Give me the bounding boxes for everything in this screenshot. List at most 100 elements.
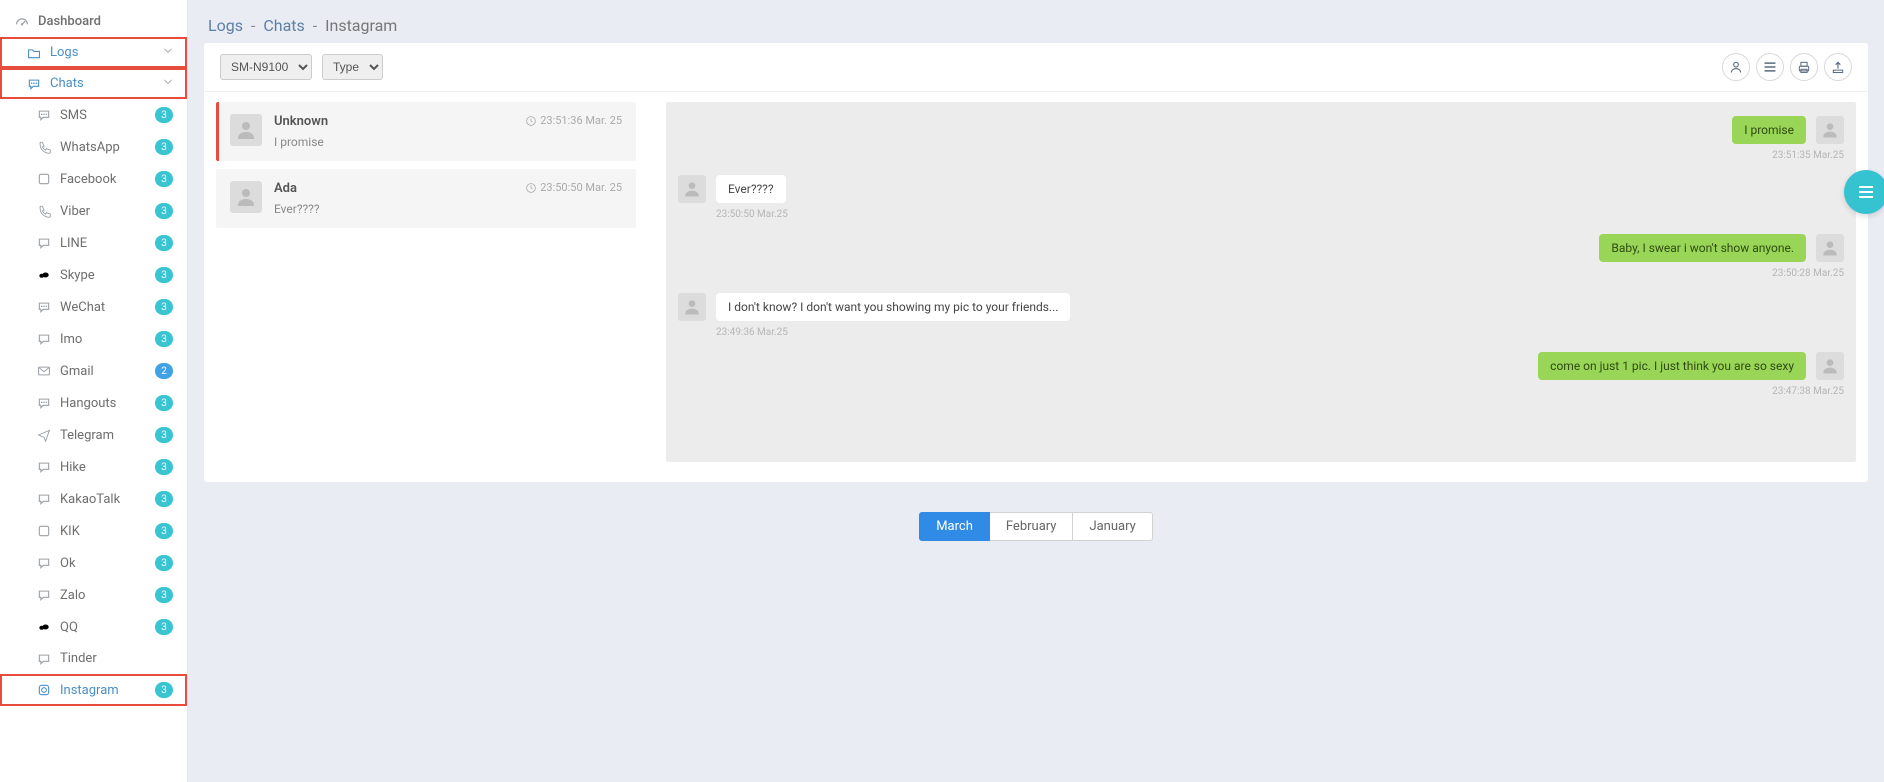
badge: 3 xyxy=(155,523,173,539)
badge: 3 xyxy=(155,459,173,475)
main: Logs - Chats - Instagram SM-N9100 Type xyxy=(188,0,1884,782)
avatar xyxy=(1816,116,1844,144)
sidebar-item-imo[interactable]: Imo3 xyxy=(0,323,187,355)
sidebar-item-label: Hike xyxy=(60,460,86,475)
sidebar-item-gmail[interactable]: Gmail2 xyxy=(0,355,187,387)
message-bubble: Baby, I swear i won't show anyone. xyxy=(1599,234,1806,262)
month-march[interactable]: March xyxy=(919,512,990,541)
viber-icon xyxy=(36,204,52,218)
sidebar-item-ok[interactable]: Ok 3 xyxy=(0,547,187,579)
sidebar-item-whatsapp[interactable]: WhatsApp3 xyxy=(0,131,187,163)
export-button[interactable] xyxy=(1824,53,1852,81)
badge: 3 xyxy=(155,107,173,123)
chat-icon xyxy=(26,77,42,91)
facebook-icon xyxy=(36,172,52,186)
sidebar-item-label: WeChat xyxy=(60,300,105,315)
badge: 3 xyxy=(155,235,173,251)
month-february[interactable]: February xyxy=(990,512,1074,541)
sidebar-item-label: Instagram xyxy=(60,683,119,698)
badge: 2 xyxy=(155,363,173,379)
sidebar-item-label: Tinder xyxy=(60,651,97,666)
conversation-name: Unknown xyxy=(274,114,526,129)
message-row: Ever???? xyxy=(678,175,1844,203)
sidebar-item-label: WhatsApp xyxy=(60,140,120,155)
sidebar-item-hangouts[interactable]: Hangouts3 xyxy=(0,387,187,419)
hangouts-icon xyxy=(36,396,52,410)
message-time: 23:49:36 Mar.25 xyxy=(716,327,1844,338)
sidebar-item-label: SMS xyxy=(60,108,87,123)
breadcrumb-chats[interactable]: Chats xyxy=(263,16,304,35)
sidebar-item-telegram[interactable]: Telegram 3 xyxy=(0,419,187,451)
badge: 3 xyxy=(155,395,173,411)
sidebar-item-wechat[interactable]: WeChat3 xyxy=(0,291,187,323)
menu-fab[interactable] xyxy=(1844,170,1884,214)
sidebar-item-sms[interactable]: SMS 3 xyxy=(0,99,187,131)
sidebar-item-tinder[interactable]: Tinder xyxy=(0,643,187,674)
sidebar-item-label: KIK xyxy=(60,524,80,539)
month-january[interactable]: January xyxy=(1073,512,1152,541)
avatar xyxy=(678,293,706,321)
imo-icon xyxy=(36,332,52,346)
message-row: Baby, I swear i won't show anyone. xyxy=(678,234,1844,262)
print-button[interactable] xyxy=(1790,53,1818,81)
nav-chats[interactable]: Chats xyxy=(0,68,187,99)
badge: 3 xyxy=(155,491,173,507)
badge: 3 xyxy=(155,171,173,187)
chevron-down-icon xyxy=(163,45,173,60)
badge: 3 xyxy=(155,682,173,698)
sidebar-item-label: Zalo xyxy=(60,588,85,603)
message-bubble: I don't know? I don't want you showing m… xyxy=(716,293,1070,321)
type-select[interactable]: Type xyxy=(322,54,383,80)
message-time: 23:47:38 Mar.25 xyxy=(678,386,1844,397)
badge: 3 xyxy=(155,331,173,347)
list-button[interactable] xyxy=(1756,53,1784,81)
device-select[interactable]: SM-N9100 xyxy=(220,54,312,80)
avatar xyxy=(230,114,262,146)
badge: 3 xyxy=(155,267,173,283)
line-icon xyxy=(36,236,52,250)
sidebar-item-label: Ok xyxy=(60,556,76,571)
sidebar-item-line[interactable]: LINE3 xyxy=(0,227,187,259)
conversation-time: 23:50:50 Mar. 25 xyxy=(526,181,622,194)
sidebar-item-kik[interactable]: KIK 3 xyxy=(0,515,187,547)
sidebar-item-facebook[interactable]: Facebook 3 xyxy=(0,163,187,195)
sidebar-item-label: Skype xyxy=(60,268,95,283)
breadcrumb: Logs - Chats - Instagram xyxy=(204,0,1868,43)
nav-logs[interactable]: Logs xyxy=(0,37,187,68)
hike-icon xyxy=(36,460,52,474)
sidebar-item-viber[interactable]: Viber3 xyxy=(0,195,187,227)
badge: 3 xyxy=(155,555,173,571)
avatar xyxy=(230,181,262,213)
nav-dashboard[interactable]: Dashboard xyxy=(0,6,187,37)
user-button[interactable] xyxy=(1722,53,1750,81)
badge: 3 xyxy=(155,587,173,603)
conversation-time: 23:51:36 Mar. 25 xyxy=(526,114,622,127)
month-nav: MarchFebruaryJanuary xyxy=(204,512,1868,541)
avatar xyxy=(1816,234,1844,262)
conversation-item[interactable]: AdaEver????23:50:50 Mar. 25 xyxy=(216,169,636,228)
breadcrumb-current: Instagram xyxy=(325,16,397,35)
conversation-item[interactable]: Unknown I promise23:51:36 Mar. 25 xyxy=(216,102,636,161)
sidebar-item-zalo[interactable]: Zalo 3 xyxy=(0,579,187,611)
kakaotalk-icon xyxy=(36,492,52,506)
sidebar-item-instagram[interactable]: Instagram 3 xyxy=(0,674,187,706)
sidebar-item-label: Facebook xyxy=(60,172,116,187)
instagram-icon xyxy=(36,683,52,697)
sidebar-item-label: KakaoTalk xyxy=(60,492,120,507)
zalo-icon xyxy=(36,588,52,602)
sidebar-item-label: Telegram xyxy=(60,428,114,443)
conversation-preview: Ever???? xyxy=(274,202,526,216)
badge: 3 xyxy=(155,619,173,635)
sidebar-item-hike[interactable]: Hike 3 xyxy=(0,451,187,483)
nav-logs-label: Logs xyxy=(50,45,78,60)
message-bubble: I promise xyxy=(1732,116,1806,144)
badge: 3 xyxy=(155,203,173,219)
badge: 3 xyxy=(155,427,173,443)
sidebar-item-skype[interactable]: Skype 3 xyxy=(0,259,187,291)
telegram-icon xyxy=(36,428,52,442)
sidebar-item-qq[interactable]: QQ3 xyxy=(0,611,187,643)
breadcrumb-logs[interactable]: Logs xyxy=(208,16,243,35)
conversation-preview: I promise xyxy=(274,135,526,149)
chat-panel: I promise23:51:35 Mar.25Ever????23:50:50… xyxy=(666,102,1856,462)
sidebar-item-kakaotalk[interactable]: KakaoTalk 3 xyxy=(0,483,187,515)
